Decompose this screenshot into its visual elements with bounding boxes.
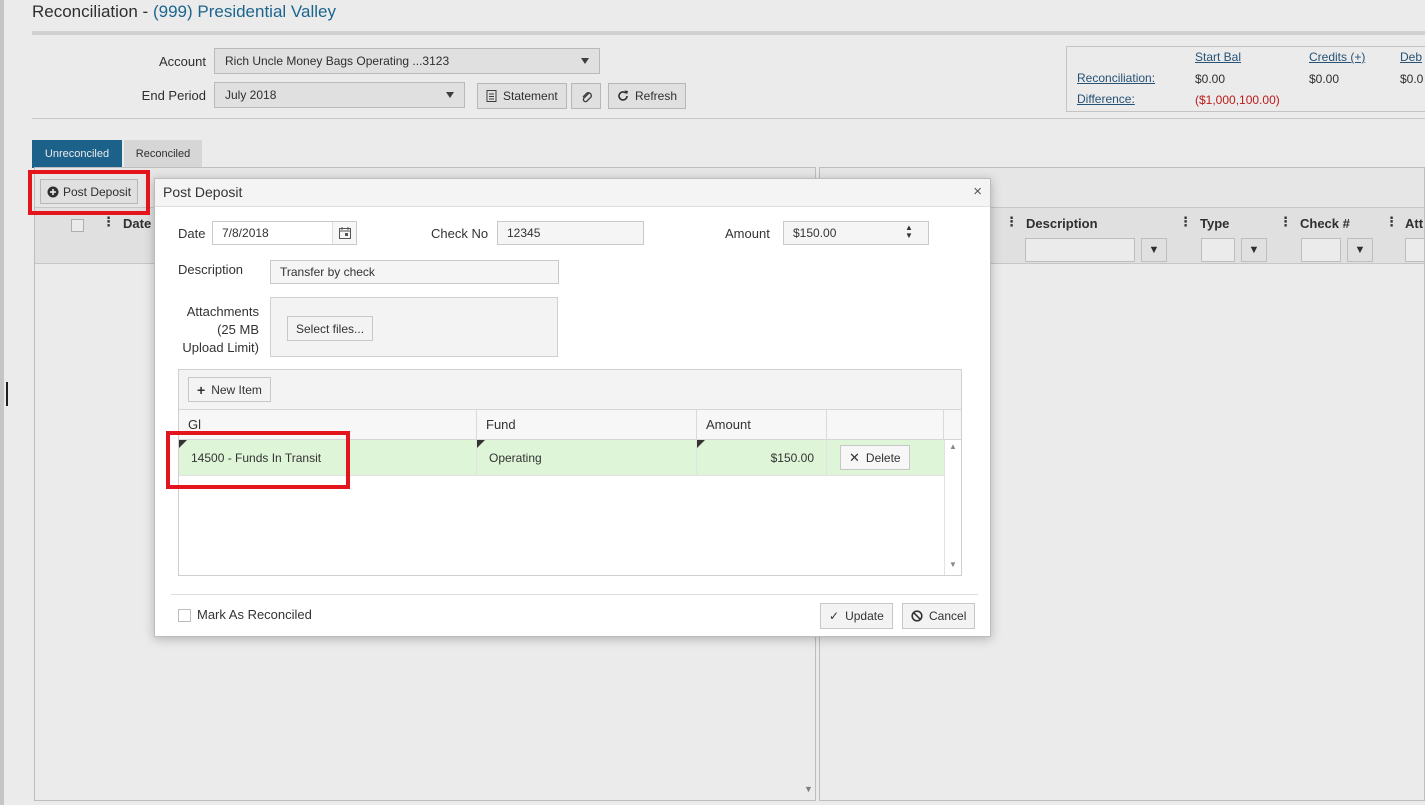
date-value: 7/8/2018 [222,226,269,240]
calendar-icon [338,227,351,239]
line-items-header: Gl Fund Amount [179,410,961,440]
line-items-toolbar: + New Item [179,370,961,410]
new-item-button[interactable]: + New Item [188,377,271,402]
gl-column-header[interactable]: Gl [179,410,477,440]
select-files-button[interactable]: Select files... [287,316,374,341]
attachments-label: Attachments (25 MB Upload Limit) [175,303,259,357]
select-files-label: Select files... [296,321,365,336]
attachments-label-line: Upload Limit) [182,340,259,355]
fund-cell[interactable]: Operating [477,440,697,476]
attachments-label-line: (25 MB [217,322,259,337]
cancel-label: Cancel [929,609,967,623]
table-row[interactable]: 14500 - Funds In Transit Operating $150.… [179,440,944,476]
actions-column-header [827,410,944,440]
cancel-button[interactable]: Cancel [902,603,976,629]
fund-column-header[interactable]: Fund [477,410,697,440]
check-icon: ✓ [829,609,840,623]
description-label: Description [178,262,244,277]
mark-reconciled-checkbox[interactable] [178,609,191,622]
update-button[interactable]: ✓ Update [820,603,893,629]
post-deposit-dialog: Post Deposit × Date 7/8/2018 Check No 12… [154,178,991,637]
attachments-label-line: Attachments [186,304,259,319]
date-picker-button[interactable] [332,222,356,244]
attachments-dropzone[interactable]: Select files... [270,297,558,357]
amount-value: $150.00 [793,226,837,240]
footer-divider [171,594,978,595]
line-items-grid: + New Item Gl Fund Amount 14500 - Funds … [178,369,962,576]
ban-icon [911,610,923,622]
close-icon[interactable]: × [973,183,982,200]
spinner-arrows-icon[interactable]: ▲ ▼ [905,224,913,240]
description-value: Transfer by check [280,265,375,279]
dirty-marker [179,440,187,448]
line-items-scrollbar[interactable]: ▲ ▼ [944,440,961,575]
check-no-value: 12345 [507,226,541,240]
description-input[interactable]: Transfer by check [270,260,559,284]
mark-reconciled-label: Mark As Reconciled [197,607,312,622]
plus-icon: + [197,381,206,398]
fund-value: Operating [489,451,542,465]
dirty-marker [697,440,705,448]
dialog-title: Post Deposit [163,184,243,200]
actions-cell: ✕ Delete [827,440,944,476]
amount-label: Amount [725,226,770,241]
scroll-down-arrow[interactable]: ▼ [949,560,957,569]
amount-column-header[interactable]: Amount [697,410,827,440]
x-icon: ✕ [849,449,860,465]
update-label: Update [845,609,884,623]
gl-cell[interactable]: 14500 - Funds In Transit [179,440,477,476]
check-no-input[interactable]: 12345 [497,221,644,245]
dialog-header: Post Deposit × [155,179,990,207]
delete-label: Delete [865,450,901,465]
amount-cell[interactable]: $150.00 [697,440,827,476]
scroll-up-arrow[interactable]: ▲ [949,442,957,451]
delete-button[interactable]: ✕ Delete [840,445,910,470]
amount-cell-value: $150.00 [770,451,814,465]
date-label: Date [178,226,206,241]
dirty-marker [477,440,485,448]
gl-value: 14500 - Funds In Transit [191,451,322,465]
new-item-label: New Item [211,382,262,397]
check-no-label: Check No [431,226,489,241]
